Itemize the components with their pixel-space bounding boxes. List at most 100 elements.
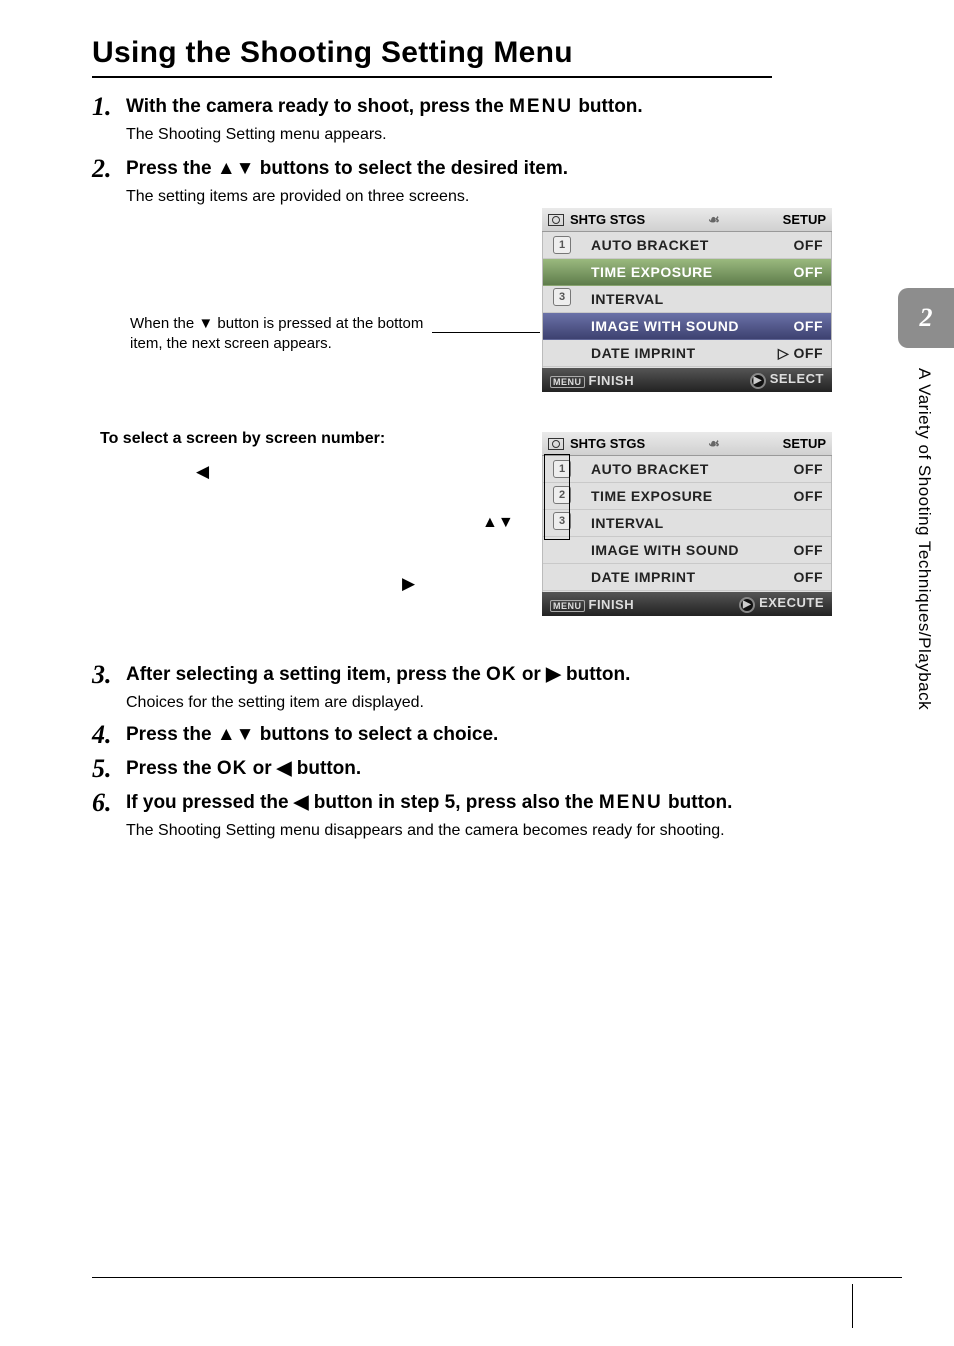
menu-glyph: MENU [509, 96, 573, 117]
step-1-num: 1. [92, 94, 126, 120]
lcd2-row-3: IMAGE WITH SOUNDOFF [543, 537, 831, 564]
lcd1-row-2-label: INTERVAL [591, 291, 664, 307]
step-3-head-before: After selecting a setting item, press th… [126, 664, 486, 685]
page-number-box [852, 1284, 904, 1328]
left-arrow-glyph: ◀ [277, 758, 292, 779]
step-6-head: If you pressed the ◀ button in step 5, p… [126, 790, 772, 816]
select-by-number-heading: To select a screen by screen number: [100, 430, 385, 448]
note-pointer-line [432, 332, 540, 333]
step-4-head: Press the ▲▼ buttons to select a choice. [126, 722, 772, 748]
step-5-num: 5. [92, 756, 126, 782]
menu-glyph: MENU [599, 792, 663, 813]
step-6-head-after: button. [663, 792, 733, 813]
lcd2-row-1-val: OFF [794, 488, 824, 504]
step-6-num: 6. [92, 790, 126, 816]
lcd2-row-0: AUTO BRACKET OFF [543, 456, 831, 483]
step-1-head-before: With the camera ready to shoot, press th… [126, 96, 509, 117]
lcd2-header: SHTG STGS ☙ SETUP [542, 432, 832, 456]
step-1-head: With the camera ready to shoot, press th… [126, 94, 772, 120]
lcd1-tab-shtg: SHTG STGS [570, 212, 645, 227]
lcd2-row-4-val: OFF [794, 569, 824, 585]
menu-badge-icon: MENU [550, 376, 585, 388]
lcd1-row-3-val: OFF [794, 318, 824, 334]
step-3-head-after: button. [561, 664, 631, 685]
ok-glyph: OK [217, 758, 248, 779]
step-5-head-mid: or [247, 758, 277, 779]
step-1-head-after: button. [573, 96, 643, 117]
lcd1-footer-left: FINISH [589, 373, 635, 388]
lcd1-row-1: TIME EXPOSUREOFF [543, 259, 831, 286]
page-title: Using the Shooting Setting Menu [92, 36, 772, 70]
title-rule [92, 76, 772, 78]
step-4-head-after: buttons to select a choice. [254, 724, 498, 745]
lcd1-row-0-label: AUTO BRACKET [591, 237, 709, 253]
step-2: 2. Press the ▲▼ buttons to select the de… [92, 156, 772, 208]
lcd2-footer: MENU FINISH ▶ EXECUTE [542, 592, 832, 616]
lcd1-row-4-label: DATE IMPRINT [591, 345, 696, 361]
lcd2-body: 1 2 3 AUTO BRACKETOFF TIME EXPOSUREOFF I… [542, 456, 832, 592]
lcd1-row-0: AUTO BRACKET OFF [543, 232, 831, 259]
step-2-sub: The setting items are provided on three … [126, 186, 772, 208]
camera-icon [548, 438, 564, 450]
step-2-head-before: Press the [126, 158, 217, 179]
lcd2-row-2: INTERVAL [543, 510, 831, 537]
step-3-sub: Choices for the setting item are display… [126, 692, 772, 714]
lcd1-footer: MENU FINISH ▶ SELECT [542, 368, 832, 392]
step-3-num: 3. [92, 662, 126, 688]
step-4-head-before: Press the [126, 724, 217, 745]
lcd-screenshot-1: SHTG STGS ☙ SETUP 1 2 3 AUTO BRACKETOFF … [542, 208, 832, 392]
lcd1-row-4-val: ▷ OFF [778, 345, 823, 362]
step-6-head-mid: button in step 5, press also the [309, 792, 599, 813]
step-3: 3. After selecting a setting item, press… [92, 662, 772, 714]
d-pad-icon: ▶ [739, 597, 755, 613]
lcd1-footer-right: SELECT [770, 371, 824, 386]
lcd2-row-4: DATE IMPRINT OFF [543, 564, 831, 591]
step-5-head: Press the OK or ◀ button. [126, 756, 772, 782]
lcd2-footer-right: EXECUTE [759, 595, 824, 610]
lcd1-row-0-val: OFF [794, 237, 824, 253]
step-3-head-mid: or [517, 664, 547, 685]
step-5-head-after: button. [292, 758, 362, 779]
step-6: 6. If you pressed the ◀ button in step 5… [92, 790, 772, 842]
lcd2-row-4-label: DATE IMPRINT [591, 569, 696, 585]
updown-glyph: ▲▼ [217, 724, 255, 745]
lcd1-row-2: INTERVAL [543, 286, 831, 313]
updown-glyph: ▲▼ [217, 158, 255, 179]
ok-glyph: OK [486, 664, 517, 685]
lcd2-row-2-label: INTERVAL [591, 515, 664, 531]
step-4: 4. Press the ▲▼ buttons to select a choi… [92, 722, 772, 748]
lcd2-row-0-label: AUTO BRACKET [591, 461, 709, 477]
step-1-sub: The Shooting Setting menu appears. [126, 124, 772, 146]
lcd1-tab-setup: SETUP [783, 212, 826, 227]
step-4-num: 4. [92, 722, 126, 748]
lcd1-header: SHTG STGS ☙ SETUP [542, 208, 832, 232]
lcd1-row-4: DATE IMPRINT ▷ OFF [543, 340, 831, 367]
step-2-head-after: buttons to select the desired item. [254, 158, 568, 179]
lcd2-row-0-val: OFF [794, 461, 824, 477]
d-pad-icon: ▶ [750, 373, 766, 389]
lcd2-tab-setup: SETUP [783, 436, 826, 451]
chapter-tab: 2 [898, 288, 954, 348]
menu-badge-icon: MENU [550, 600, 585, 612]
lcd1-body: 1 2 3 AUTO BRACKETOFF TIME EXPOSUREOFF I… [542, 232, 832, 368]
step-5: 5. Press the OK or ◀ button. [92, 756, 772, 782]
footer-rule [92, 1277, 902, 1278]
lcd2-row-3-val: OFF [794, 542, 824, 558]
right-arrow-glyph: ▶ [546, 664, 561, 685]
screen-advance-note: When the ▼ button is pressed at the bott… [130, 314, 430, 355]
step-3-head: After selecting a setting item, press th… [126, 662, 772, 688]
left-arrow-glyph: ◀ [294, 792, 309, 813]
lcd1-row-3-label: IMAGE WITH SOUND [591, 318, 739, 334]
step-6-sub: The Shooting Setting menu disappears and… [126, 820, 772, 842]
lcd2-row-1-label: TIME EXPOSURE [591, 488, 713, 504]
middle-block: When the ▼ button is pressed at the bott… [92, 214, 772, 644]
step-1: 1. With the camera ready to shoot, press… [92, 94, 772, 146]
proc-arrow-left: ◀ [196, 462, 209, 482]
step-2-head: Press the ▲▼ buttons to select the desir… [126, 156, 772, 182]
step-5-head-before: Press the [126, 758, 217, 779]
lcd2-row-1: TIME EXPOSURE OFF [543, 483, 831, 510]
lcd2-footer-left: FINISH [589, 597, 635, 612]
step-2-num: 2. [92, 156, 126, 182]
camera-icon [548, 214, 564, 226]
proc-arrow-right: ▶ [402, 574, 415, 594]
